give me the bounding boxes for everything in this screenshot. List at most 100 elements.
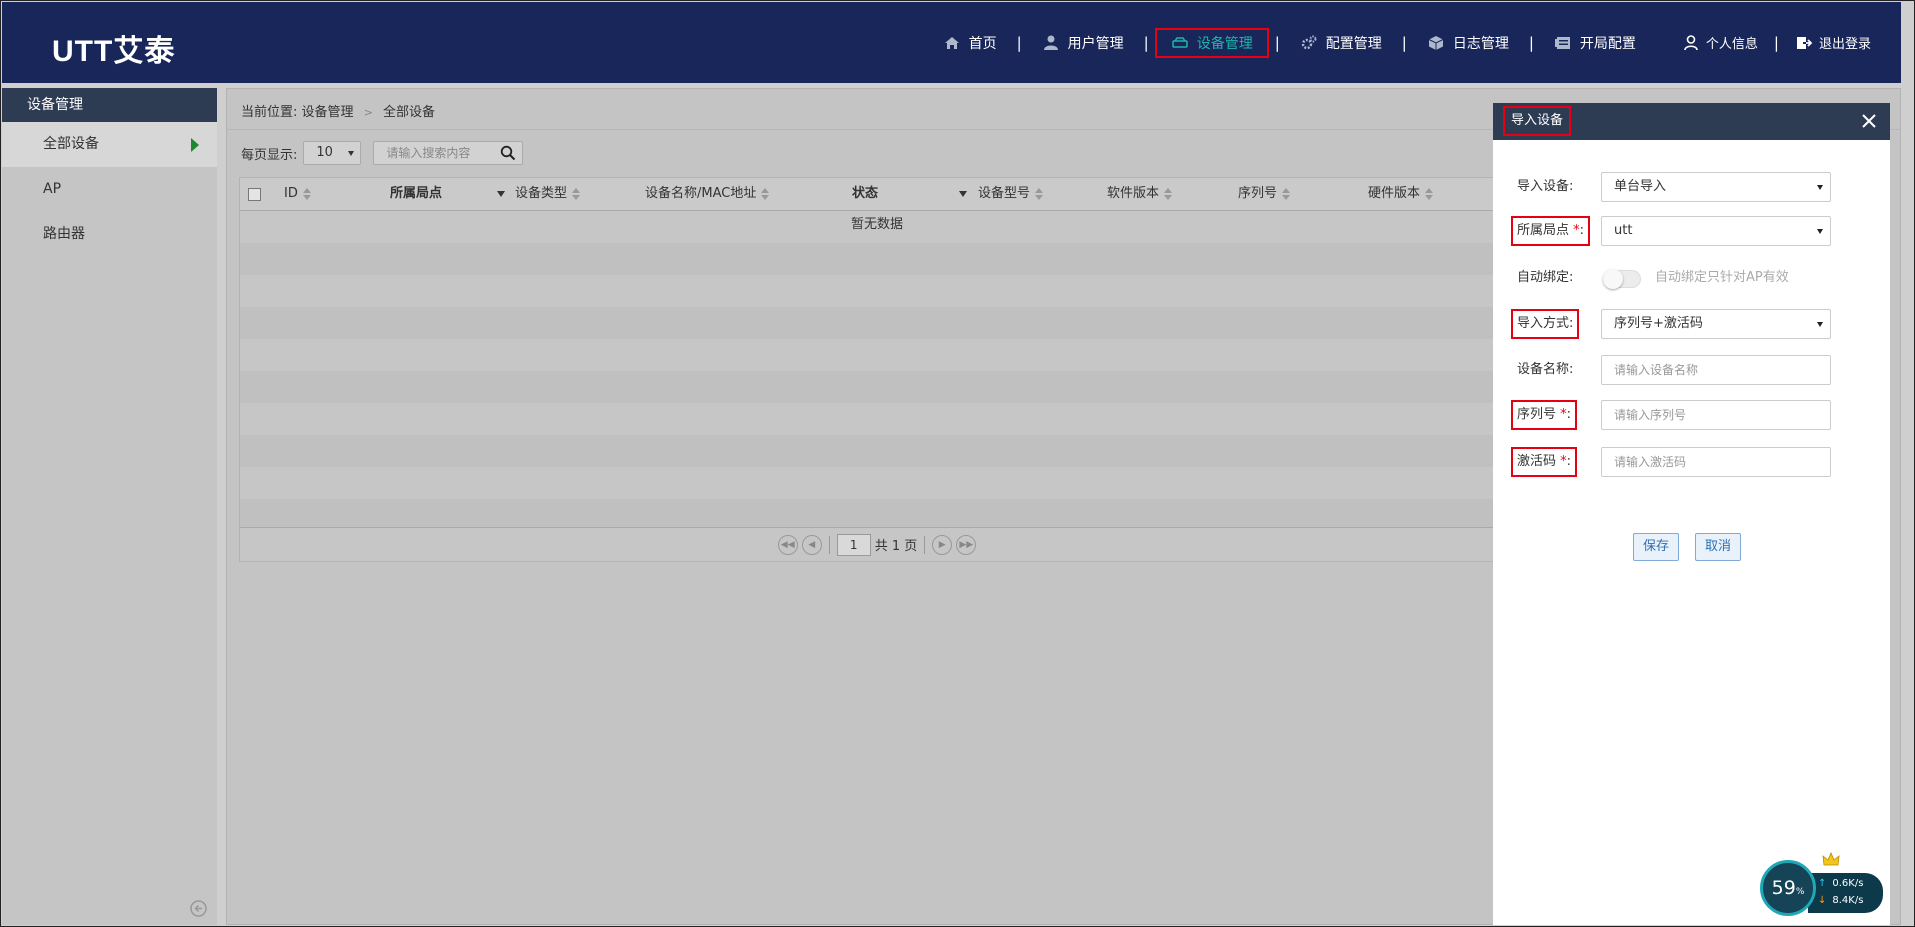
label-text: 序列号 <box>1517 407 1557 422</box>
column-header-name-mac[interactable]: 设备名称/MAC地址 <box>645 178 770 210</box>
chevron-down-icon <box>348 151 355 156</box>
import-method-label: 导入方式: <box>1511 309 1580 339</box>
first-page-icon[interactable]: ◀◀ <box>777 534 798 555</box>
auto-bind-label: 自动绑定: <box>1517 270 1574 285</box>
network-speed-widget[interactable]: ↑ 0.6K/s ↓ 8.4K/s 59% <box>1760 852 1883 916</box>
sidebar-item-all-devices[interactable]: 全部设备 <box>2 122 217 167</box>
top-navbar: UTT艾泰 首页 | 用户管理 | 设备管理 | 配置管理 | 日志管理 | 开… <box>2 2 1901 83</box>
total-pages-text: 共 1 页 <box>874 539 918 554</box>
form-row-activation: 激活码 *: 请输入激活码 <box>1493 447 1890 477</box>
import-device-panel: 导入设备 导入设备: 单台导入 所属局点 *: utt 自动绑定: 自动绑定只针… <box>1493 103 1890 925</box>
nav-home-label: 首页 <box>968 35 997 52</box>
sidebar-item-label: AP <box>43 181 62 197</box>
download-arrow-icon: ↓ <box>1818 895 1827 906</box>
input-placeholder: 请输入设备名称 <box>1614 363 1699 377</box>
next-page-icon[interactable]: ▶ <box>932 534 953 555</box>
device-icon <box>1171 34 1189 52</box>
upload-speed: ↑ 0.6K/s <box>1818 876 1863 891</box>
nav-user-management[interactable]: 用户管理 <box>1028 28 1138 58</box>
column-label: 设备型号 <box>978 186 1031 201</box>
nav-log-management[interactable]: 日志管理 <box>1413 28 1523 58</box>
sort-icon <box>1425 188 1434 200</box>
search-icon[interactable] <box>500 145 516 161</box>
cancel-button[interactable]: 取消 <box>1695 533 1742 561</box>
device-name-label: 设备名称: <box>1517 362 1574 377</box>
per-page-label: 每页显示: <box>241 147 298 163</box>
server-icon <box>1554 34 1572 52</box>
last-page-icon[interactable]: ▶▶ <box>956 534 977 555</box>
divider <box>828 535 830 554</box>
label-colon: : <box>1566 454 1572 469</box>
filter-dropdown-icon[interactable] <box>959 191 967 197</box>
site-select[interactable]: utt <box>1601 216 1831 246</box>
column-label: 序列号 <box>1238 186 1278 201</box>
prev-page-icon[interactable]: ◀ <box>801 534 822 555</box>
per-page-select[interactable]: 10 <box>303 141 362 165</box>
empty-table-message: 暂无数据 <box>850 217 903 232</box>
logout-link[interactable]: 退出登录 <box>1785 28 1881 58</box>
column-header-serial[interactable]: 序列号 <box>1238 178 1291 210</box>
table-row <box>240 435 1514 467</box>
logout-label: 退出登录 <box>1818 37 1871 52</box>
nav-initial-config[interactable]: 开局配置 <box>1540 28 1650 58</box>
column-header-site[interactable]: 所属局点 <box>390 178 505 210</box>
serial-input[interactable]: 请输入序列号 <box>1601 400 1831 430</box>
column-header-id[interactable]: ID <box>284 178 311 210</box>
page-number-input[interactable]: 1 <box>836 533 871 556</box>
import-method-select[interactable]: 序列号+激活码 <box>1601 309 1831 339</box>
breadcrumb-device-management[interactable]: 设备管理 <box>302 105 354 120</box>
column-label: 硬件版本 <box>1368 186 1421 201</box>
sidebar-item-label: 全部设备 <box>43 136 99 152</box>
column-header-status[interactable]: 状态 <box>852 178 967 210</box>
sidebar-item-ap[interactable]: AP <box>2 167 217 212</box>
divider <box>924 535 926 554</box>
usage-percent: 59 <box>1771 877 1796 899</box>
select-value: utt <box>1614 223 1633 238</box>
breadcrumb-all-devices: 全部设备 <box>383 105 436 120</box>
column-header-type[interactable]: 设备类型 <box>515 178 581 210</box>
pagination: ◀◀ ◀ 1 共 1 页 ▶ ▶▶ <box>240 527 1514 561</box>
nav-separator: | <box>1143 33 1149 52</box>
active-arrow-icon <box>191 138 199 152</box>
column-label: ID <box>284 186 298 201</box>
device-table: ID 所属局点 设备类型 设备名称/MAC地址 状态 设备型号 软件版本 序列号… <box>239 177 1515 562</box>
column-label: 设备名称/MAC地址 <box>645 186 757 201</box>
profile-link[interactable]: 个人信息 <box>1672 28 1768 58</box>
brand-logo[interactable]: UTT艾泰 <box>52 26 175 70</box>
device-name-input[interactable]: 请输入设备名称 <box>1601 355 1831 385</box>
save-button[interactable]: 保存 <box>1633 533 1680 561</box>
activation-code-input[interactable]: 请输入激活码 <box>1601 447 1831 477</box>
import-device-select[interactable]: 单台导入 <box>1601 172 1831 202</box>
select-all-checkbox[interactable] <box>248 188 261 201</box>
gears-icon <box>1300 34 1318 52</box>
nav-separator: | <box>1274 33 1280 52</box>
site-label: 所属局点 *: <box>1511 216 1591 246</box>
sidebar-item-router[interactable]: 路由器 <box>2 212 217 257</box>
table-row <box>240 275 1514 307</box>
auto-bind-toggle[interactable] <box>1603 269 1641 289</box>
user-icon <box>1042 34 1060 52</box>
upload-arrow-icon: ↑ <box>1818 878 1827 889</box>
nav-home[interactable]: 首页 <box>929 28 1011 58</box>
table-row <box>240 403 1514 435</box>
sort-icon <box>1164 188 1173 200</box>
auto-bind-hint: 自动绑定只针对AP有效 <box>1655 270 1789 285</box>
nav-config-management[interactable]: 配置管理 <box>1286 28 1396 58</box>
table-row <box>240 467 1514 499</box>
speed-panel: ↑ 0.6K/s ↓ 8.4K/s <box>1808 873 1883 913</box>
upload-speed-value: 0.6K/s <box>1832 878 1864 889</box>
column-header-software[interactable]: 软件版本 <box>1107 178 1173 210</box>
collapse-sidebar-icon[interactable] <box>190 900 207 917</box>
column-header-hardware[interactable]: 硬件版本 <box>1368 178 1434 210</box>
close-icon[interactable] <box>1860 112 1878 130</box>
column-header-model[interactable]: 设备型号 <box>978 178 1044 210</box>
form-row-serial: 序列号 *: 请输入序列号 <box>1493 400 1890 430</box>
nav-device-management[interactable]: 设备管理 <box>1154 27 1269 58</box>
sidebar: 设备管理 全部设备 AP 路由器 <box>2 88 217 925</box>
search-input[interactable]: 请输入搜索内容 <box>373 141 524 165</box>
crown-icon <box>1822 852 1840 866</box>
toggle-knob <box>1603 269 1623 289</box>
download-speed-value: 8.4K/s <box>1832 895 1864 906</box>
filter-dropdown-icon[interactable] <box>497 191 505 197</box>
nav-config-label: 配置管理 <box>1325 35 1382 52</box>
